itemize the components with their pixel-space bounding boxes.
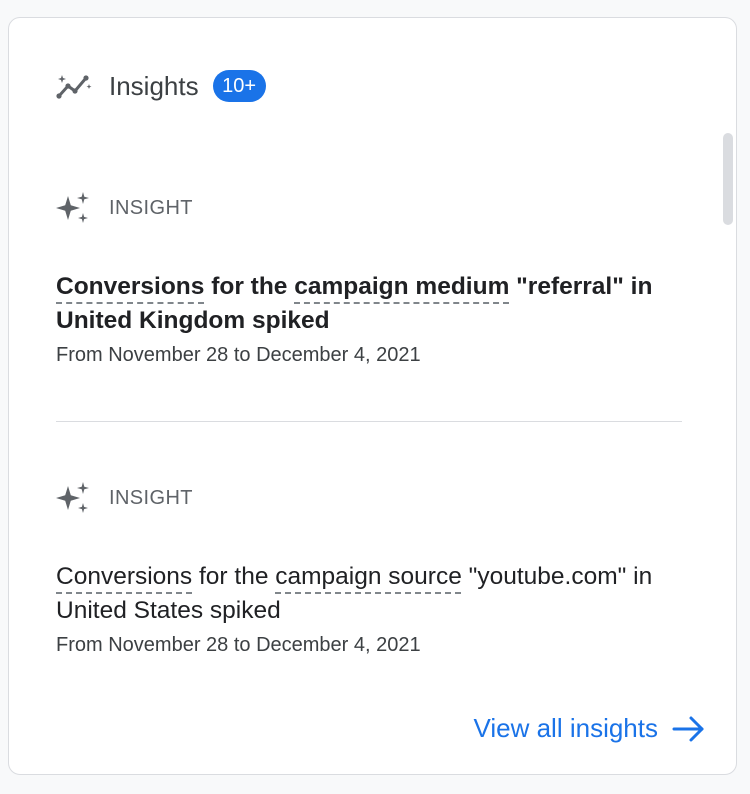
insight-type-label: INSIGHT [109,486,193,509]
metric-link[interactable]: Conversions [56,563,192,590]
insight-type-label: INSIGHT [109,196,193,219]
metric-link[interactable]: Conversions [56,273,204,300]
view-all-insights-link[interactable]: View all insights [473,713,706,744]
insight-header: INSIGHT [56,480,686,516]
insight-date-range: From November 28 to December 4, 2021 [56,634,421,656]
insight-item[interactable]: INSIGHT Conversions for the campaign med… [56,190,686,367]
card-header: Insights 10+ [56,70,266,102]
card-title: Insights [109,70,199,101]
arrow-right-icon [672,715,706,743]
sparkle-icon [56,480,92,516]
insights-trend-icon [56,72,92,100]
insight-title: Conversions for the campaign medium "ref… [56,270,686,338]
scrollbar-thumb[interactable] [723,133,733,225]
insight-title: Conversions for the campaign source "you… [56,560,686,628]
insights-count-badge: 10+ [212,70,266,102]
insight-date-range: From November 28 to December 4, 2021 [56,344,421,366]
scrollbar[interactable] [720,128,736,648]
view-all-label: View all insights [473,713,658,743]
title-text: for the [192,563,276,590]
insights-card: Insights 10+ INSIGHT Conversions for the… [8,17,737,775]
dimension-link[interactable]: campaign medium [294,273,509,300]
insight-item[interactable]: INSIGHT Conversions for the campaign sou… [56,480,686,657]
sparkle-icon [56,190,92,226]
divider [56,421,682,422]
dimension-link[interactable]: campaign source [275,563,462,590]
title-text: for the [204,273,295,300]
insight-header: INSIGHT [56,190,686,226]
